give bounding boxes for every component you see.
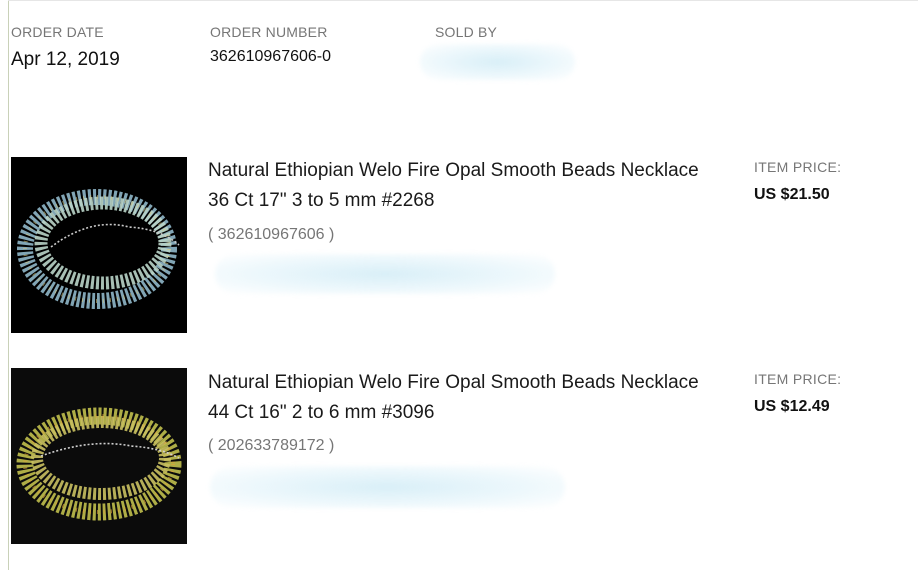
opal-necklace-image[interactable] — [11, 368, 187, 544]
sold-by-label: SOLD BY — [435, 24, 498, 40]
left-border — [8, 0, 9, 570]
opal-necklace-image[interactable] — [11, 157, 187, 333]
item-title-line2: 44 Ct 16" 2 to 6 mm #3096 — [208, 402, 435, 423]
item-number: ( 202633789172 ) — [208, 437, 335, 454]
item-number: ( 362610967606 ) — [208, 226, 335, 243]
item-title-line2: 36 Ct 17" 3 to 5 mm #2268 — [208, 190, 435, 211]
redacted-detail — [210, 466, 565, 508]
order-date-value: Apr 12, 2019 — [11, 49, 120, 70]
item-price-label: ITEM PRICE: — [754, 371, 842, 387]
order-number-label: ORDER NUMBER — [210, 24, 328, 40]
seller-name-redacted — [420, 44, 575, 80]
item-title-line1: Natural Ethiopian Welo Fire Opal Smooth … — [208, 372, 699, 393]
item-title-link[interactable]: Natural Ethiopian Welo Fire Opal Smooth … — [208, 368, 738, 428]
item-price-value: US $21.50 — [754, 186, 830, 203]
order-number-value: 362610967606-0 — [210, 48, 332, 65]
top-border — [8, 0, 918, 1]
redacted-detail — [215, 254, 555, 294]
item-price-value: US $12.49 — [754, 398, 830, 415]
item-price-label: ITEM PRICE: — [754, 159, 842, 175]
item-title-link[interactable]: Natural Ethiopian Welo Fire Opal Smooth … — [208, 156, 738, 216]
item-title-line1: Natural Ethiopian Welo Fire Opal Smooth … — [208, 160, 699, 181]
order-date-label: ORDER DATE — [11, 24, 104, 40]
